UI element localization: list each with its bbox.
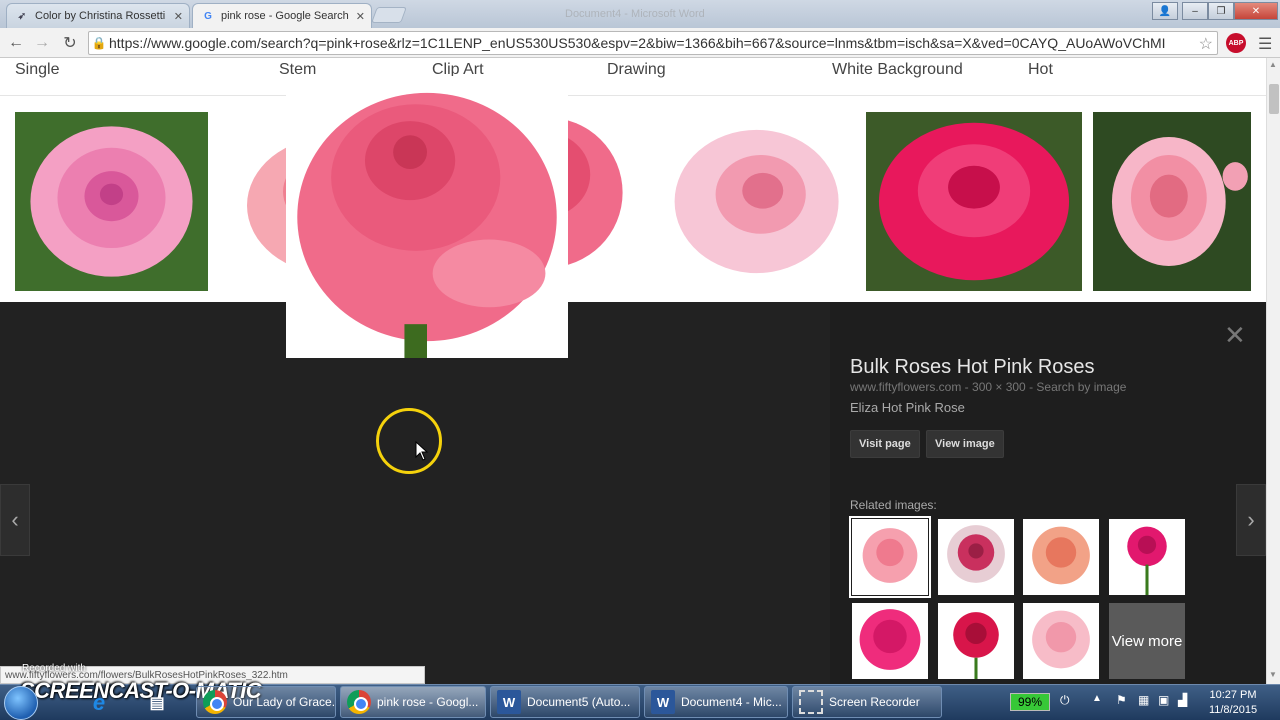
close-window-icon[interactable]: ✕ xyxy=(1234,2,1278,20)
page-scrollbar[interactable]: ▲ ▼ xyxy=(1266,58,1280,684)
result-image-4[interactable] xyxy=(650,112,855,291)
bookmark-star-icon[interactable]: ☆ xyxy=(1198,34,1213,54)
power-plug-icon[interactable]: ⏻ xyxy=(1060,693,1070,708)
preview-description: Eliza Hot Pink Rose xyxy=(850,400,965,415)
internet-explorer-icon[interactable]: e xyxy=(86,690,112,716)
start-button[interactable] xyxy=(4,686,38,720)
rose-image xyxy=(674,129,839,274)
view-more-button[interactable]: View more xyxy=(1109,603,1185,679)
tab-close-icon[interactable]: ✕ xyxy=(174,10,183,23)
chrome-icon xyxy=(203,690,227,714)
taskbar-item-document4[interactable]: W Document4 - Mic... xyxy=(644,686,788,718)
filter-single[interactable]: Single xyxy=(15,61,59,79)
related-image-7[interactable] xyxy=(1023,603,1099,679)
rose-image xyxy=(1111,137,1248,266)
tab-close-icon[interactable]: ✕ xyxy=(356,10,365,23)
previous-image-button[interactable]: ‹ xyxy=(0,484,30,556)
word-icon: W xyxy=(497,690,521,714)
back-icon[interactable]: ← xyxy=(6,33,26,53)
rose-image xyxy=(1032,610,1090,669)
file-explorer-icon[interactable]: ▤ xyxy=(144,690,170,716)
related-image-5[interactable] xyxy=(852,603,928,679)
preview-image[interactable] xyxy=(286,76,568,358)
recorder-icon xyxy=(799,690,823,714)
lock-icon: 🔒 xyxy=(91,36,107,50)
maximize-icon[interactable]: ❐ xyxy=(1208,2,1234,20)
clock-date: 11/8/2015 xyxy=(1208,704,1258,716)
close-preview-icon[interactable]: ✕ xyxy=(1224,320,1246,351)
visit-page-button[interactable]: Visit page xyxy=(850,430,920,458)
tab-color-by-christina-rossetti[interactable]: ➶ Color by Christina Rossetti ✕ xyxy=(6,3,190,28)
related-image-2[interactable] xyxy=(938,519,1014,595)
related-image-6[interactable] xyxy=(938,603,1014,679)
flag-icon[interactable]: ⚑ xyxy=(1116,693,1127,707)
google-favicon-icon: G xyxy=(204,10,212,22)
clock-time: 10:27 PM xyxy=(1209,689,1257,701)
show-hidden-icons-icon[interactable]: ▲ xyxy=(1092,693,1102,704)
result-image-6[interactable] xyxy=(1093,112,1251,291)
scrollbar-thumb[interactable] xyxy=(1269,84,1279,114)
rose-image xyxy=(859,609,921,670)
preview-title[interactable]: Bulk Roses Hot Pink Roses xyxy=(850,356,1095,379)
taskbar-item-our-lady-of-grace[interactable]: Our Lady of Grace... xyxy=(196,686,336,718)
forward-icon[interactable]: → xyxy=(32,33,52,53)
word-icon: W xyxy=(651,690,675,714)
window-buttons: – ❐ ✕ xyxy=(1182,2,1278,20)
cursor-highlight-ring xyxy=(376,408,442,474)
rose-image xyxy=(1032,526,1090,585)
user-icon[interactable]: 👤 xyxy=(1152,2,1178,20)
related-image-4[interactable] xyxy=(1109,519,1185,595)
result-image-1[interactable] xyxy=(15,112,208,291)
filter-drawing[interactable]: Drawing xyxy=(607,61,666,79)
address-url: https://www.google.com/search?q=pink+ros… xyxy=(109,35,1166,51)
rose-image xyxy=(953,612,999,679)
rose-image xyxy=(947,525,1005,583)
chevron-left-icon: ‹ xyxy=(11,507,19,532)
preview-meta: www.fiftyflowers.com - 300 × 300 - Searc… xyxy=(850,380,1127,394)
browser-toolbar: ← → ↻ 🔒 https://www.google.com/search?q=… xyxy=(0,28,1280,58)
related-image-3[interactable] xyxy=(1023,519,1099,595)
chrome-icon xyxy=(347,690,371,714)
view-image-button[interactable]: View image xyxy=(926,430,1004,458)
filter-hot[interactable]: Hot xyxy=(1028,61,1053,79)
result-image-5[interactable] xyxy=(866,112,1082,291)
taskbar-item-screen-recorder[interactable]: Screen Recorder xyxy=(792,686,942,718)
rose-image xyxy=(878,122,1070,281)
watermark-recorded-with: Recorded with xyxy=(22,663,86,674)
address-bar[interactable]: 🔒 https://www.google.com/search?q=pink+r… xyxy=(88,31,1218,55)
site-favicon-icon: ➶ xyxy=(17,10,27,22)
taskbar-item-pink-rose-google[interactable]: pink rose - Googl... xyxy=(340,686,486,718)
next-image-button[interactable]: › xyxy=(1236,484,1266,556)
system-clock[interactable]: 10:27 PM 11/8/2015 xyxy=(1198,688,1268,718)
minimize-icon[interactable]: – xyxy=(1182,2,1208,20)
adblock-icon[interactable]: ABP xyxy=(1226,33,1246,53)
wifi-signal-icon[interactable]: ▟ xyxy=(1178,693,1187,707)
tab-pink-rose-google-search[interactable]: G pink rose - Google Search ✕ xyxy=(192,3,372,28)
lock-tray-icon[interactable]: ▣ xyxy=(1158,693,1169,707)
window-controls: 👤 xyxy=(1152,2,1178,20)
chevron-right-icon: › xyxy=(1247,507,1255,532)
filter-white-background[interactable]: White Background xyxy=(832,61,963,79)
battery-indicator[interactable]: 99% xyxy=(1010,693,1050,711)
reload-icon[interactable]: ↻ xyxy=(60,33,80,53)
network-icon[interactable]: ▦ xyxy=(1138,693,1149,707)
screen: ➶ Color by Christina Rossetti ✕ G pink r… xyxy=(0,0,1280,720)
scroll-down-icon[interactable]: ▼ xyxy=(1269,670,1277,679)
rose-image xyxy=(862,528,918,583)
rose-image xyxy=(30,126,193,277)
rose-image xyxy=(1127,526,1167,595)
related-image-1[interactable] xyxy=(849,516,931,598)
background-window-title: Document4 - Microsoft Word xyxy=(565,8,705,20)
rose-image xyxy=(297,92,557,358)
taskbar-item-document5[interactable]: W Document5 (Auto... xyxy=(490,686,640,718)
related-search-filters: Single Stem Clip Art Drawing White Backg… xyxy=(0,58,1266,96)
scroll-up-icon[interactable]: ▲ xyxy=(1269,60,1277,69)
related-images-label: Related images: xyxy=(850,498,937,512)
menu-icon[interactable]: ☰ xyxy=(1258,34,1272,54)
new-tab-button[interactable] xyxy=(371,7,407,23)
